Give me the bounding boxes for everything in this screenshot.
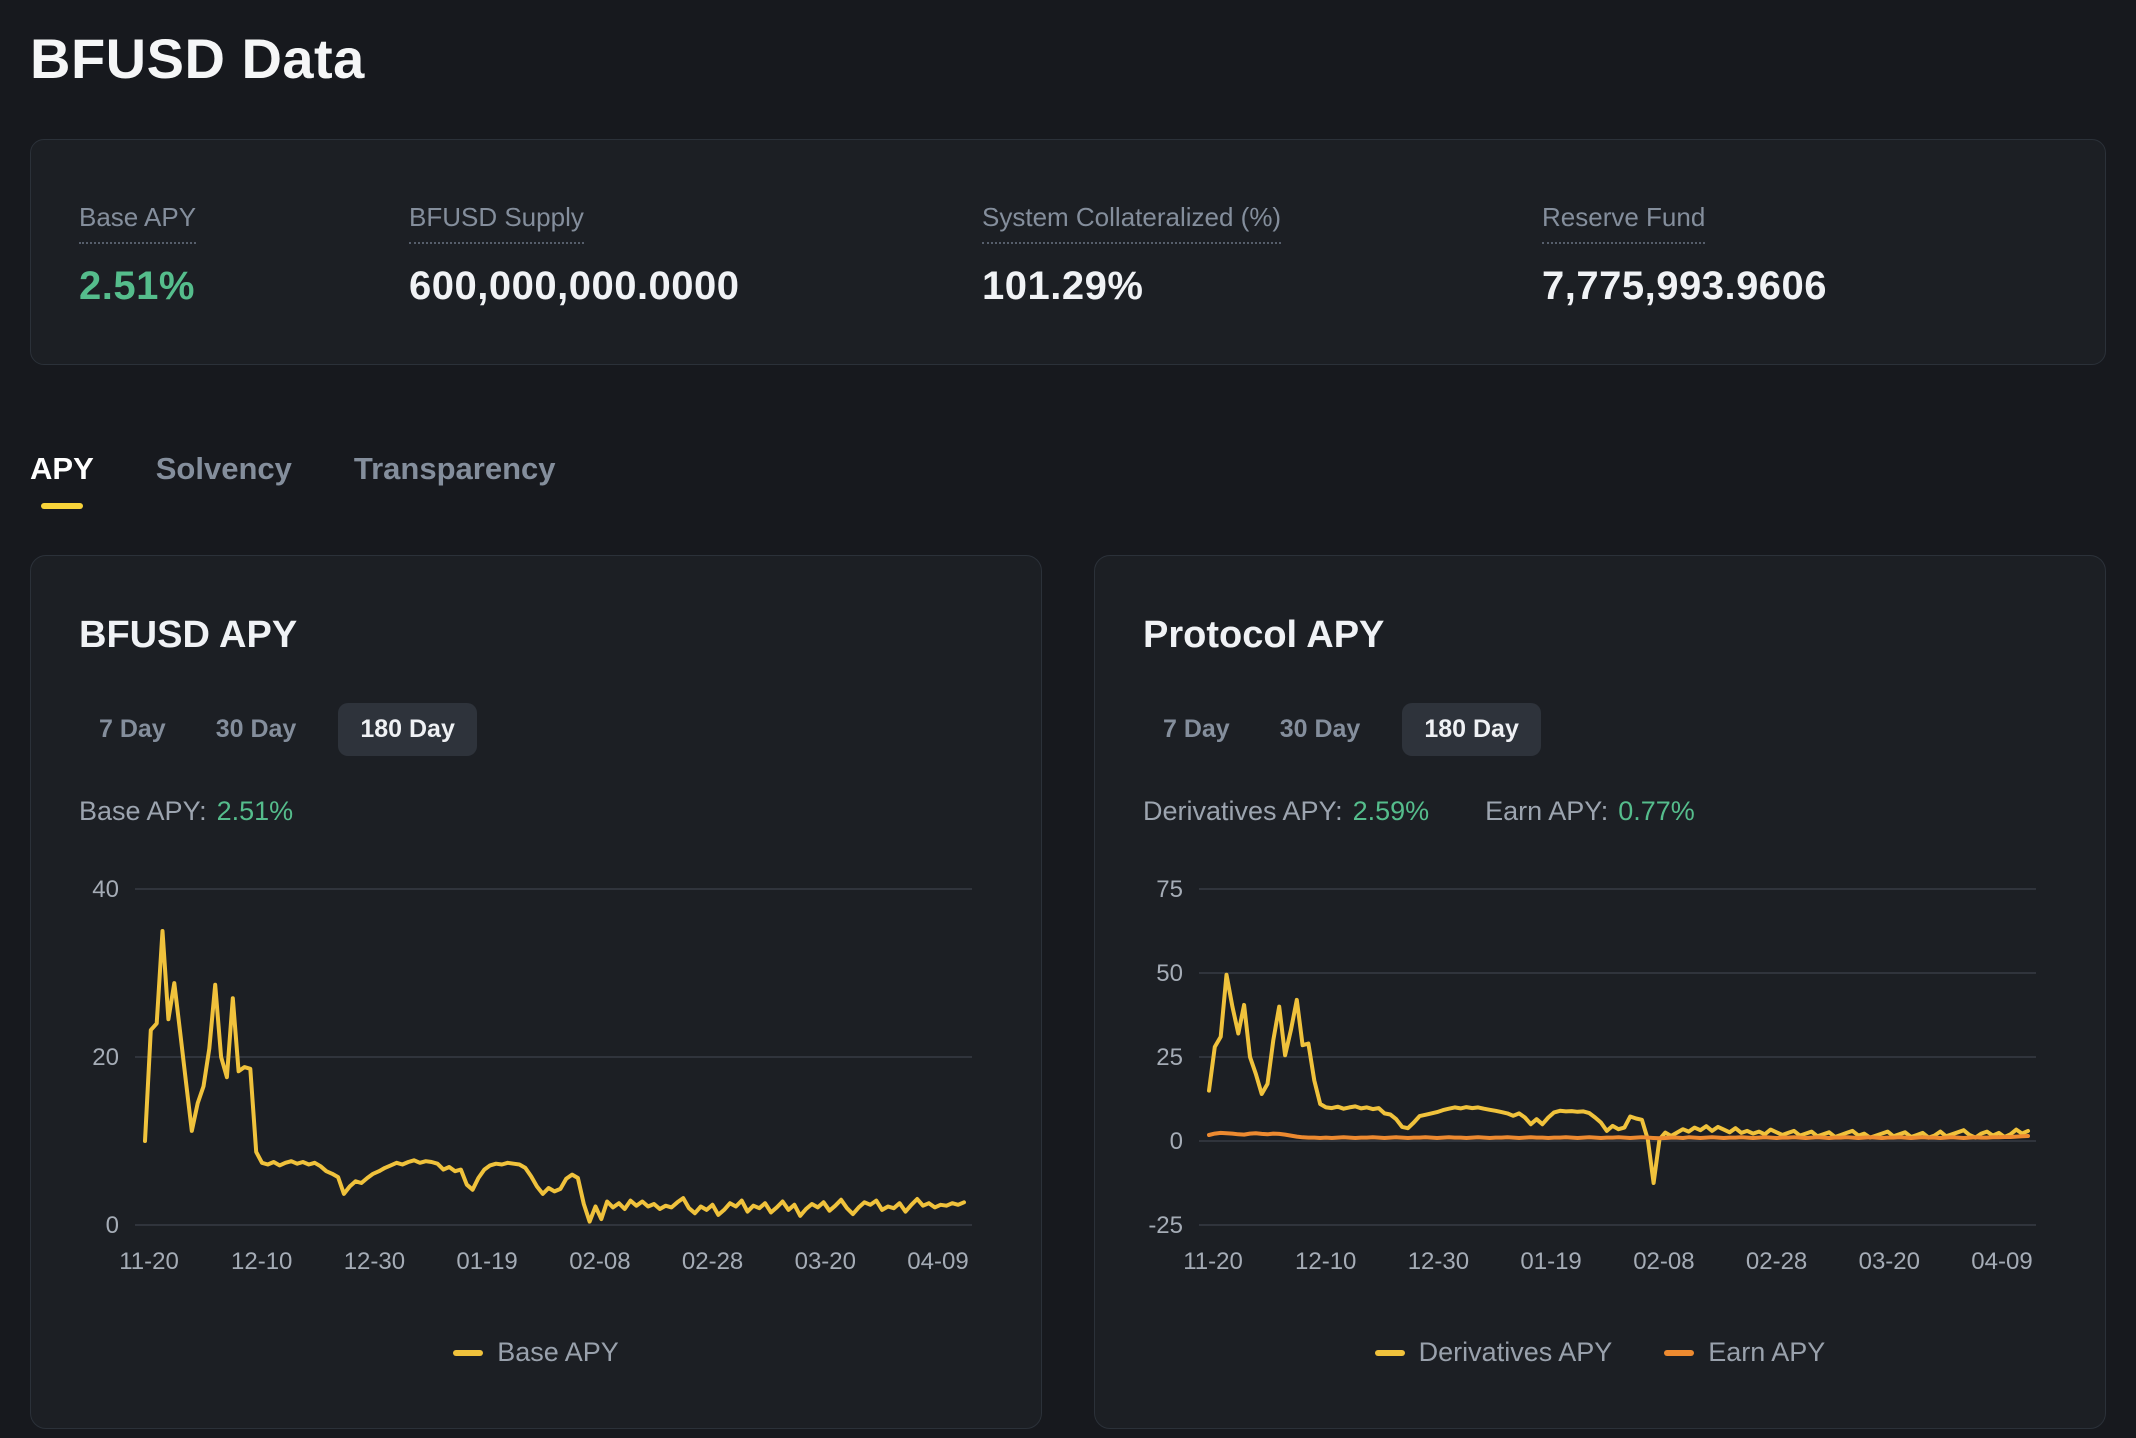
- derivatives-apy-legend-label: Derivatives APY: [1419, 1337, 1613, 1368]
- protocol-apy-card-title: Protocol APY: [1143, 614, 2057, 657]
- svg-text:01-19: 01-19: [456, 1248, 517, 1275]
- svg-text:11-20: 11-20: [119, 1248, 179, 1275]
- bfusd-apy-card-title: BFUSD APY: [79, 614, 993, 657]
- bfusd-apy-card: BFUSD APY 7 Day 30 Day 180 Day Base APY:…: [30, 555, 1042, 1429]
- stat-base-apy: Base APY 2.51%: [79, 202, 409, 364]
- legend-item-earn-apy[interactable]: Earn APY: [1664, 1337, 1825, 1368]
- protocol-apy-card: Protocol APY 7 Day 30 Day 180 Day Deriva…: [1094, 555, 2106, 1429]
- base-apy-caption-value: 2.51%: [217, 796, 294, 826]
- svg-text:-25: -25: [1148, 1212, 1183, 1239]
- bfusd-apy-chart[interactable]: 0 20 40 11-20 12-10 12-30 01-19 02-08 02-28 03-20…: [79, 839, 990, 1289]
- base-apy-legend-label: Base APY: [497, 1337, 619, 1368]
- bfusd-apy-period-180day[interactable]: 180 Day: [338, 703, 477, 756]
- stat-value-base-apy: 2.51%: [79, 264, 409, 309]
- svg-text:20: 20: [92, 1044, 119, 1071]
- protocol-apy-legend: Derivatives APY Earn APY: [1143, 1337, 2057, 1368]
- protocol-apy-caption: Derivatives APY: 2.59% Earn APY: 0.77%: [1143, 796, 2057, 827]
- legend-item-base-apy[interactable]: Base APY: [453, 1337, 619, 1368]
- stat-value-system-collateralized: 101.29%: [982, 264, 1542, 309]
- stat-label-base-apy[interactable]: Base APY: [79, 202, 196, 244]
- protocol-apy-period-selector: 7 Day 30 Day 180 Day: [1155, 703, 2057, 756]
- svg-text:02-08: 02-08: [1633, 1248, 1694, 1275]
- bfusd-apy-legend: Base APY: [79, 1337, 993, 1368]
- tab-active-underline: [41, 503, 83, 509]
- bfusd-apy-period-selector: 7 Day 30 Day 180 Day: [91, 703, 993, 756]
- svg-text:11-20: 11-20: [1183, 1248, 1243, 1275]
- svg-text:04-09: 04-09: [1971, 1248, 2032, 1275]
- svg-text:04-09: 04-09: [907, 1248, 968, 1275]
- svg-text:12-10: 12-10: [1295, 1248, 1356, 1275]
- svg-text:40: 40: [92, 876, 119, 903]
- svg-text:0: 0: [1170, 1128, 1183, 1155]
- bfusd-apy-period-30day[interactable]: 30 Day: [208, 703, 305, 756]
- derivatives-apy-caption-label: Derivatives APY:: [1143, 796, 1343, 826]
- protocol-apy-period-30day[interactable]: 30 Day: [1272, 703, 1369, 756]
- derivatives-apy-caption-value: 2.59%: [1353, 796, 1430, 826]
- svg-text:25: 25: [1156, 1044, 1183, 1071]
- svg-text:12-10: 12-10: [231, 1248, 292, 1275]
- tab-transparency-label: Transparency: [354, 451, 556, 486]
- tab-solvency[interactable]: Solvency: [156, 451, 292, 487]
- earn-apy-legend-label: Earn APY: [1708, 1337, 1825, 1368]
- base-apy-caption-label: Base APY:: [79, 796, 207, 826]
- svg-text:12-30: 12-30: [1408, 1248, 1469, 1275]
- legend-item-derivatives-apy[interactable]: Derivatives APY: [1375, 1337, 1613, 1368]
- bfusd-data-page: BFUSD Data Base APY 2.51% BFUSD Supply 6…: [0, 0, 2136, 1429]
- stat-label-system-collateralized[interactable]: System Collateralized (%): [982, 202, 1281, 244]
- tab-apy-label: APY: [30, 451, 94, 486]
- base-apy-legend-dash-icon: [453, 1350, 483, 1356]
- tab-solvency-label: Solvency: [156, 451, 292, 486]
- svg-text:50: 50: [1156, 960, 1183, 987]
- svg-text:0: 0: [106, 1212, 119, 1239]
- stat-bfusd-supply: BFUSD Supply 600,000,000.0000: [409, 202, 982, 364]
- bfusd-apy-caption: Base APY: 2.51%: [79, 796, 993, 827]
- earn-apy-legend-dash-icon: [1664, 1350, 1694, 1356]
- section-tabs: APY Solvency Transparency: [30, 451, 2106, 509]
- tab-apy[interactable]: APY: [30, 451, 94, 509]
- svg-text:75: 75: [1156, 876, 1183, 903]
- stat-reserve-fund: Reserve Fund 7,775,993.9606: [1542, 202, 2105, 364]
- stat-label-reserve-fund[interactable]: Reserve Fund: [1542, 202, 1705, 244]
- svg-text:03-20: 03-20: [1859, 1248, 1920, 1275]
- protocol-apy-period-7day[interactable]: 7 Day: [1155, 703, 1238, 756]
- svg-text:02-28: 02-28: [1746, 1248, 1807, 1275]
- bfusd-apy-period-7day[interactable]: 7 Day: [91, 703, 174, 756]
- svg-text:02-08: 02-08: [569, 1248, 630, 1275]
- derivatives-apy-legend-dash-icon: [1375, 1350, 1405, 1356]
- svg-text:02-28: 02-28: [682, 1248, 743, 1275]
- earn-apy-caption-value: 0.77%: [1618, 796, 1695, 826]
- tab-transparency[interactable]: Transparency: [354, 451, 556, 487]
- charts-row: BFUSD APY 7 Day 30 Day 180 Day Base APY:…: [30, 555, 2106, 1429]
- svg-text:03-20: 03-20: [795, 1248, 856, 1275]
- earn-apy-caption-label: Earn APY:: [1485, 796, 1608, 826]
- page-title: BFUSD Data: [30, 26, 2106, 91]
- stat-value-reserve-fund: 7,775,993.9606: [1542, 264, 2105, 309]
- stat-value-bfusd-supply: 600,000,000.0000: [409, 264, 982, 309]
- svg-text:01-19: 01-19: [1520, 1248, 1581, 1275]
- stat-label-bfusd-supply[interactable]: BFUSD Supply: [409, 202, 584, 244]
- protocol-apy-chart[interactable]: -25 0 25 50 75 11-20 12-10 12-30 01-19 02-08 02-28…: [1143, 839, 2054, 1289]
- protocol-apy-period-180day[interactable]: 180 Day: [1402, 703, 1541, 756]
- stat-system-collateralized: System Collateralized (%) 101.29%: [982, 202, 1542, 364]
- svg-text:12-30: 12-30: [344, 1248, 405, 1275]
- stats-summary-card: Base APY 2.51% BFUSD Supply 600,000,000.…: [30, 139, 2106, 365]
